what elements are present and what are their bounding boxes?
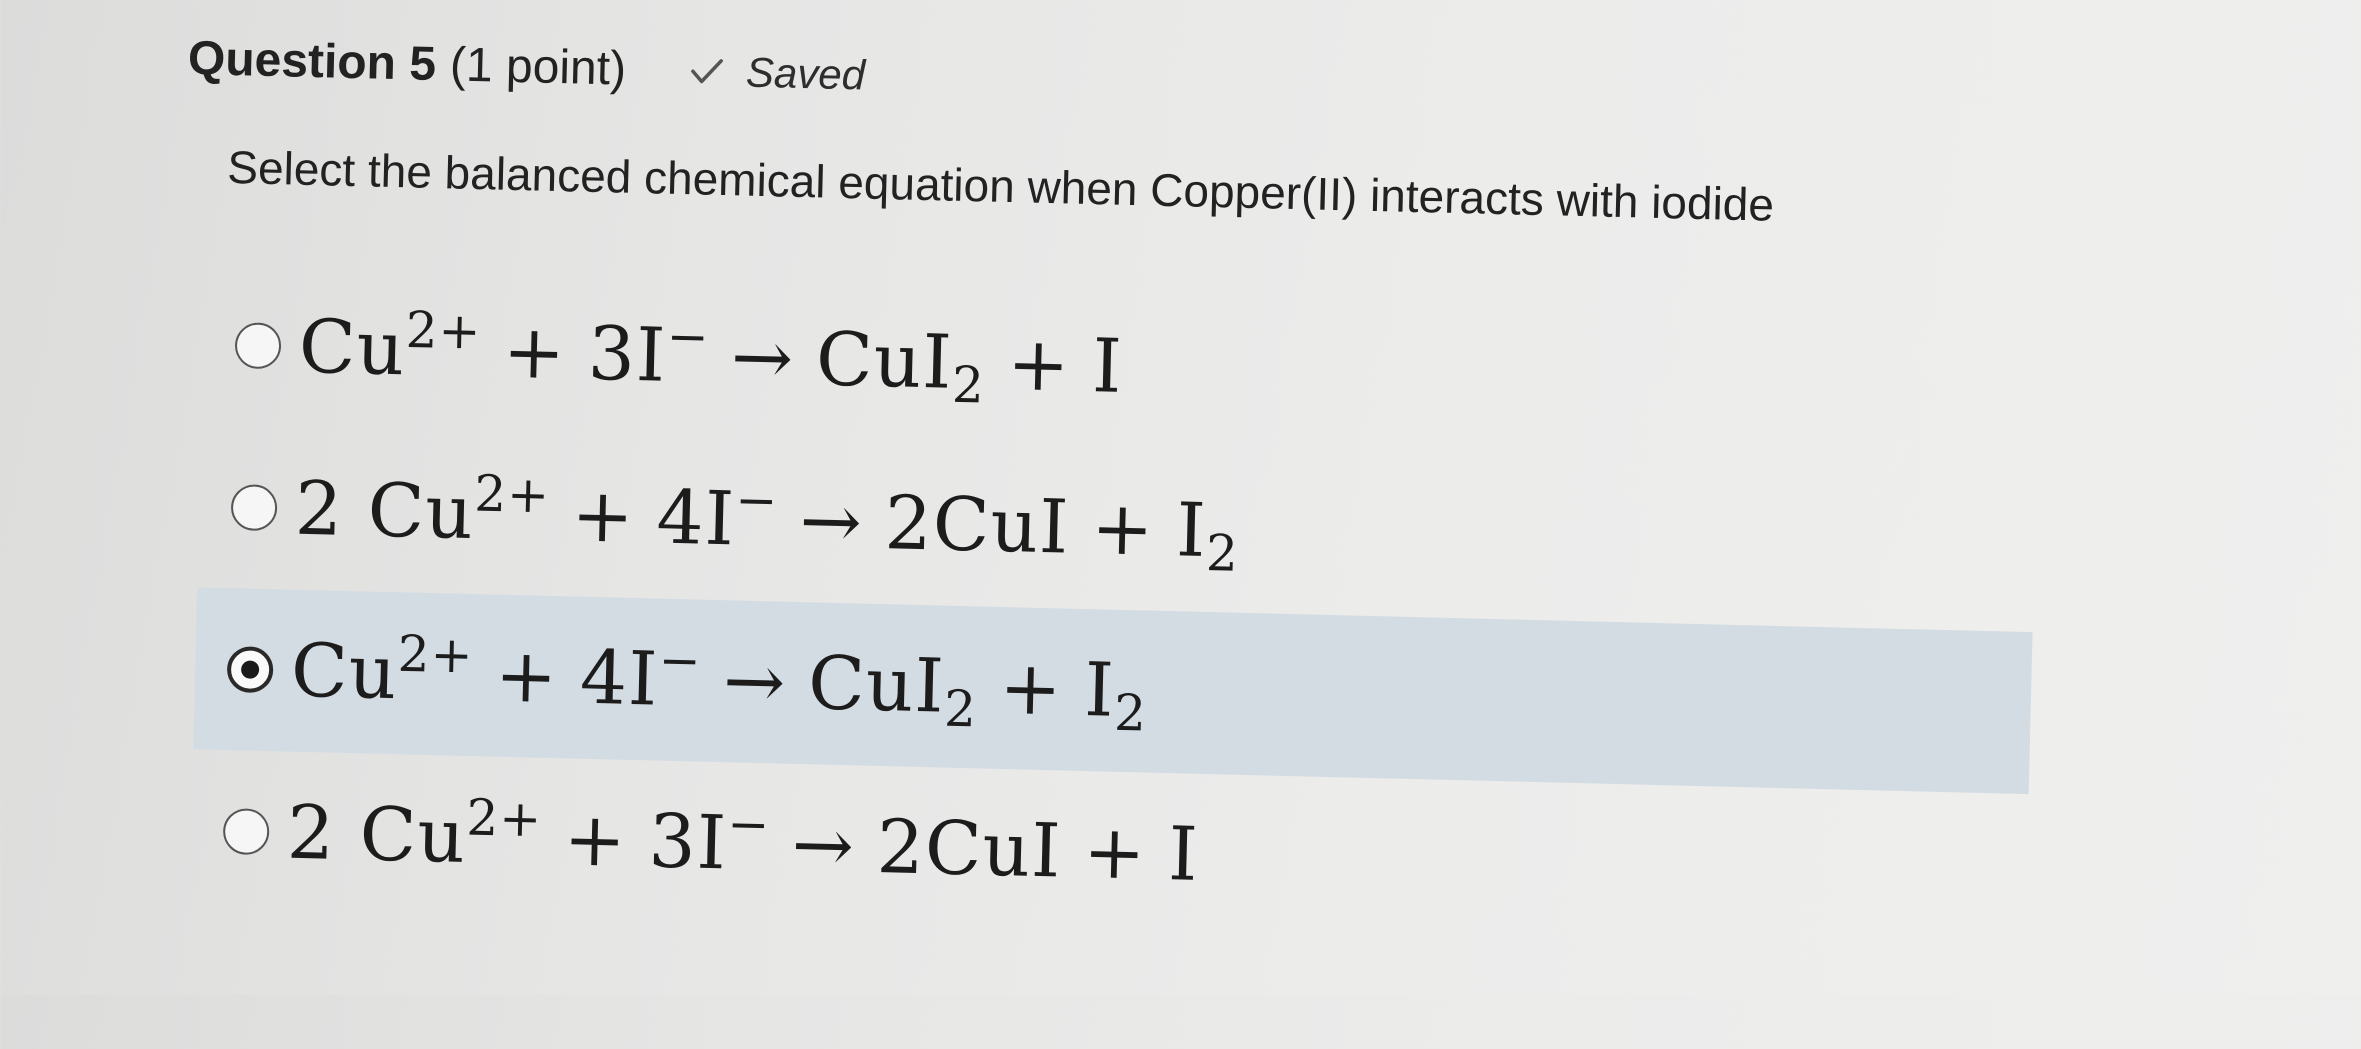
species: I <box>1091 323 1124 410</box>
equation: Cu2+ +4I− → CuI2 + I2 <box>290 624 1148 743</box>
arrow: → <box>722 638 788 726</box>
equation: 2 Cu2+ +4I− → 2CuI + I2 <box>294 464 1240 583</box>
subscript: 2 <box>943 679 978 739</box>
species: 3I <box>647 798 729 887</box>
species: CuI <box>807 640 946 730</box>
plus-sign: + <box>1082 809 1148 897</box>
charge: − <box>726 794 772 854</box>
plus-sign: + <box>501 308 568 397</box>
question-title: Question 5 <box>187 31 437 91</box>
plus-sign: + <box>998 644 1064 733</box>
plus-sign: + <box>1006 321 1072 409</box>
radio-button[interactable] <box>222 808 270 856</box>
species: Cu <box>290 627 399 717</box>
species: 3I <box>586 310 668 399</box>
species: Cu <box>358 791 468 880</box>
check-icon <box>690 56 725 87</box>
arrow: → <box>790 801 856 890</box>
answer-options: Cu2+ +3I− → CuI2 + I 2 Cu2+ +4I− → 2CuI + I2 Cu2+ +… <box>193 264 2042 956</box>
charge: − <box>666 307 711 367</box>
species: I <box>1175 487 1208 574</box>
species: I <box>1167 811 1200 898</box>
species: I <box>1083 647 1116 734</box>
question-header: Question 5 (1 point) Saved <box>187 31 865 103</box>
charge: 2+ <box>465 788 543 849</box>
species: CuI <box>815 316 954 406</box>
radio-button-selected[interactable] <box>226 646 274 694</box>
question-prompt: Select the balanced chemical equation wh… <box>226 140 1775 231</box>
charge: − <box>734 470 779 530</box>
equation: 2 Cu2+ +3I− → 2CuI + I <box>286 788 1200 898</box>
plus-sign: + <box>562 796 628 884</box>
species: 2CuI <box>875 804 1063 895</box>
subscript: 2 <box>1205 523 1240 583</box>
equation: Cu2+ +3I− → CuI2 + I <box>297 300 1124 415</box>
species: 4I <box>579 634 660 723</box>
charge: 2+ <box>405 300 483 361</box>
species: 2CuI <box>883 480 1071 571</box>
subscript: 2 <box>951 355 986 415</box>
charge: 2+ <box>473 464 551 525</box>
species: Cu <box>297 303 407 393</box>
saved-status: Saved <box>689 47 866 99</box>
quiz-page: Question 5 (1 point) Saved Select the ba… <box>0 0 2361 1049</box>
species: Cu <box>366 467 475 557</box>
arrow: → <box>798 478 864 566</box>
radio-button[interactable] <box>234 322 282 370</box>
charge: 2+ <box>397 624 475 685</box>
coefficient: 2 <box>286 789 337 877</box>
radio-button[interactable] <box>230 484 278 532</box>
species: 4I <box>655 474 736 563</box>
charge: − <box>658 631 703 691</box>
coefficient: 2 <box>294 465 345 553</box>
subscript: 2 <box>1113 683 1148 743</box>
plus-sign: + <box>494 632 560 721</box>
saved-label: Saved <box>745 48 866 99</box>
question-points: (1 point) <box>449 38 627 96</box>
plus-sign: + <box>1090 485 1156 573</box>
plus-sign: + <box>570 472 636 560</box>
arrow: → <box>730 314 796 402</box>
